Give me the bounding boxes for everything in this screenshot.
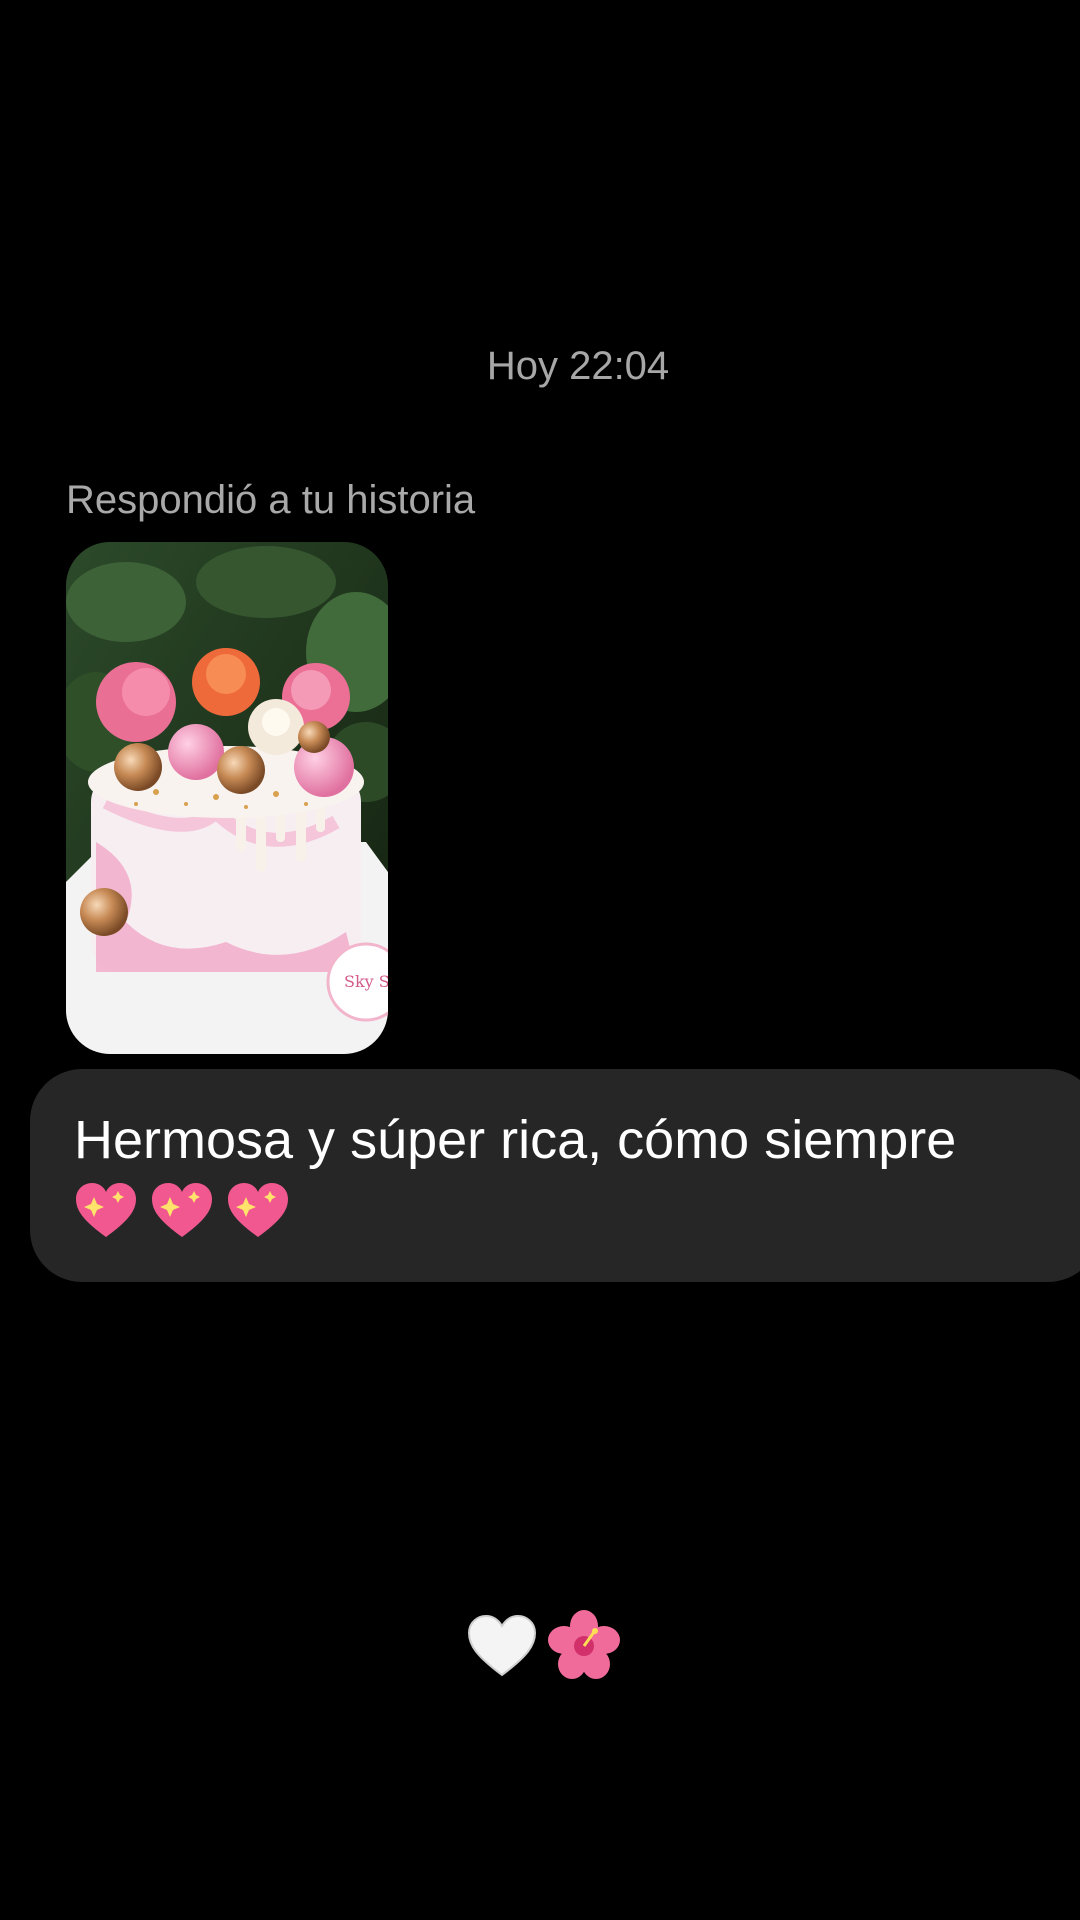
chat-timestamp: Hoy 22:04 [486,344,670,388]
cake-label-text: Sky Sw [344,972,388,991]
reaction-row[interactable] [466,1610,620,1682]
emoji-row [74,1177,1056,1245]
cake-image: Sky Sw [66,542,388,1054]
hibiscus-icon [548,1610,620,1679]
sparkling-heart-icon [152,1183,212,1237]
message-text: Hermosa y súper rica, cómo siempre [74,1110,957,1170]
story-thumbnail[interactable]: Sky Sw [66,542,388,1054]
reply-to-story-label: Respondió a tu historia [66,478,476,522]
sparkling-heart-icon [76,1183,136,1237]
white-heart-icon [467,1614,537,1677]
message-bubble[interactable]: Hermosa y súper rica, cómo siempre [30,1069,1080,1282]
sparkling-heart-icon [228,1183,288,1237]
